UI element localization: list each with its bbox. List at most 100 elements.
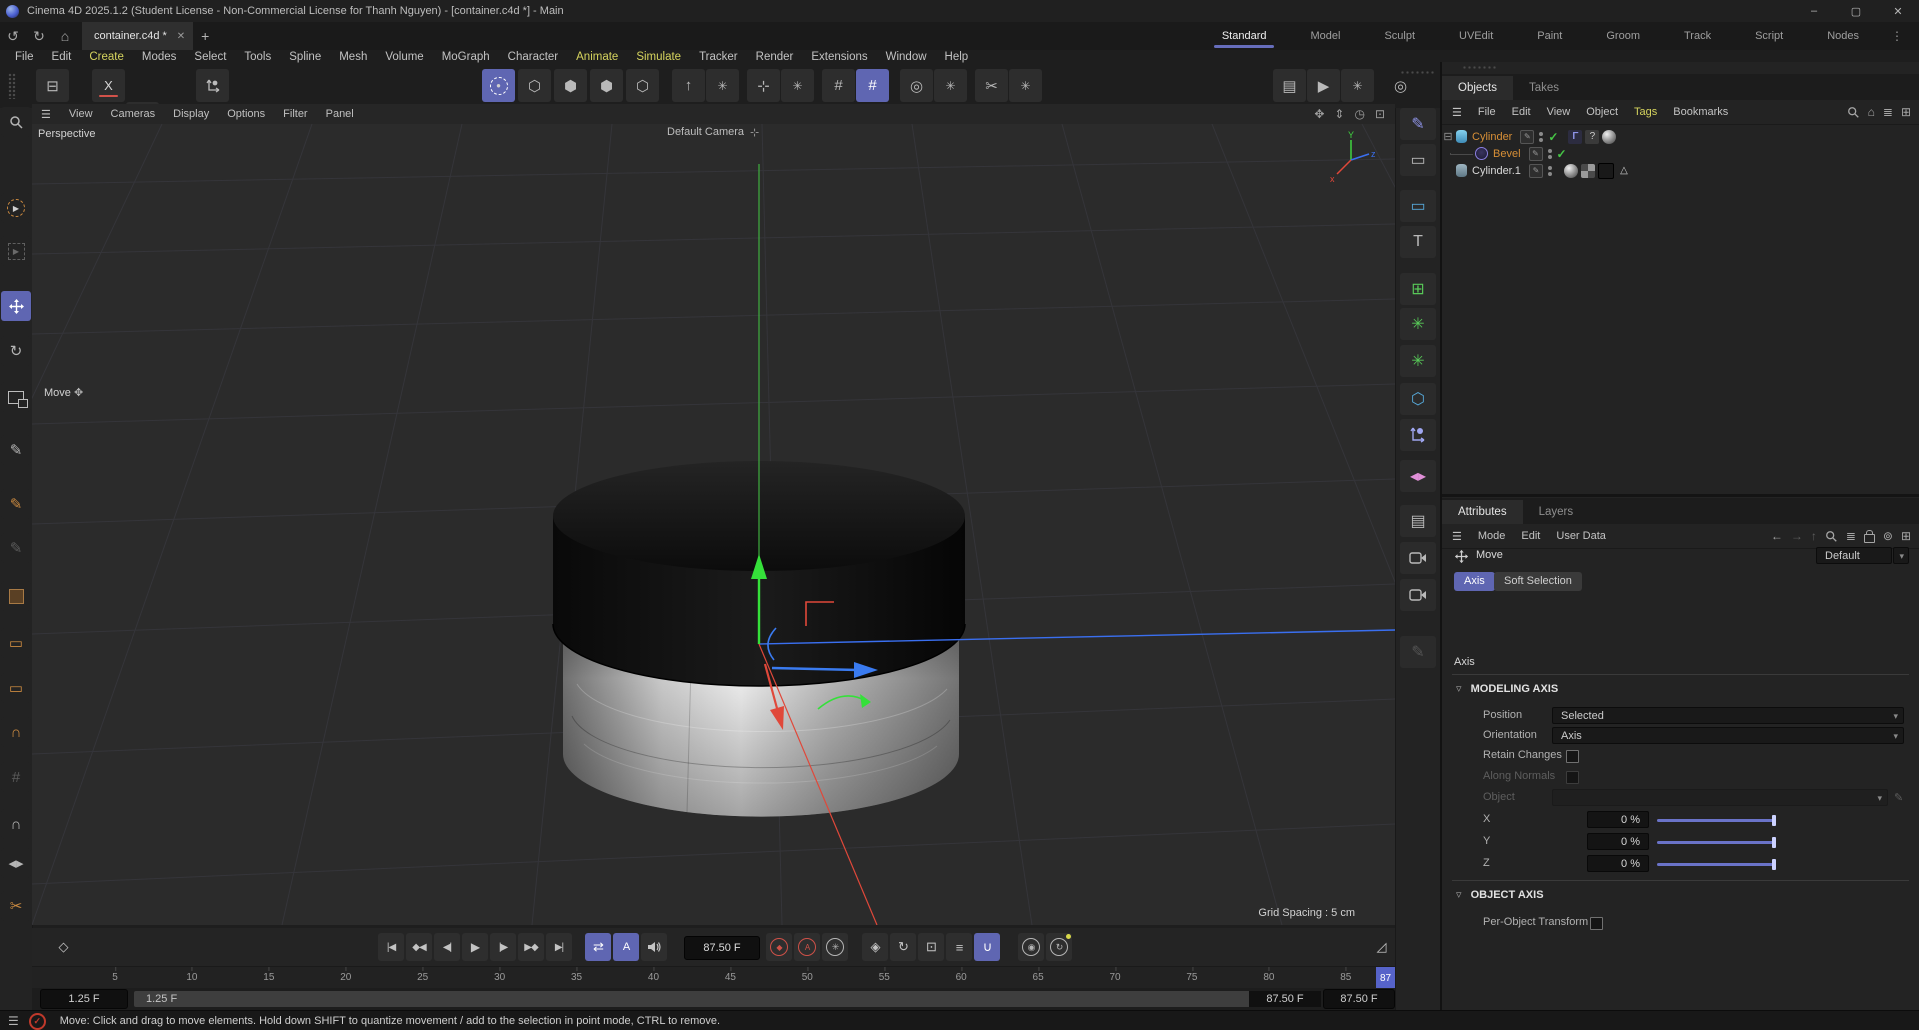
rectangle-selection-tool[interactable]: ▶ (1, 236, 31, 266)
play-button[interactable]: ▶ (462, 933, 488, 961)
filter-icon[interactable]: ≣ (1883, 105, 1893, 119)
tab-attributes[interactable]: Attributes (1442, 500, 1523, 524)
new-tab-button[interactable]: + (193, 28, 217, 44)
close-tab-icon[interactable]: ✕ (177, 31, 185, 42)
menu-volume[interactable]: Volume (376, 51, 432, 63)
tab-takes[interactable]: Takes (1513, 76, 1575, 100)
vp-menu-view[interactable]: View (60, 108, 102, 120)
collapse-icon[interactable]: ▿ (1456, 683, 1462, 695)
filter-icon[interactable]: ≣ (1846, 529, 1856, 543)
menu-modes[interactable]: Modes (133, 51, 186, 63)
range-slider[interactable]: 1.25 F 87.50 F (134, 991, 1321, 1007)
stage-object-button[interactable]: ▤ (1400, 505, 1436, 537)
layout-tab-model[interactable]: Model (1288, 22, 1362, 50)
enabled-check-icon[interactable]: ✓ (1557, 147, 1567, 161)
vp-menu-display[interactable]: Display (164, 108, 218, 120)
undo-button[interactable]: ↺ (0, 24, 26, 48)
om-object[interactable]: Object (1578, 106, 1626, 118)
menu-tracker[interactable]: Tracker (690, 51, 747, 63)
live-selection-tool[interactable]: ▶ (1, 193, 31, 223)
attributes-hamburger-icon[interactable]: ☰ (1442, 530, 1470, 543)
y-slider[interactable] (1657, 841, 1776, 844)
keyframe-marker-button[interactable]: ◇ (50, 933, 76, 961)
document-tab[interactable]: container.c4d * ✕ (82, 22, 193, 50)
menu-window[interactable]: Window (877, 51, 936, 63)
texture-missing-tag-icon[interactable] (1585, 130, 1599, 144)
rotate-view-icon[interactable]: ◷ (1354, 107, 1364, 121)
render-to-picture-viewer-button[interactable]: ▶ (1307, 69, 1340, 102)
menu-create[interactable]: Create (80, 51, 133, 63)
menu-extensions[interactable]: Extensions (802, 51, 876, 63)
search-commander-button[interactable] (1, 107, 31, 137)
vp-menu-cameras[interactable]: Cameras (102, 108, 165, 120)
enhanced-opengl-button[interactable]: ◎ (900, 69, 933, 102)
keyframe-selection-button[interactable]: ∪ (974, 933, 1000, 961)
key-position-button[interactable]: ◈ (862, 933, 888, 961)
spline-pen-button[interactable]: ✎ (1400, 108, 1436, 140)
visibility-dots[interactable] (1539, 132, 1543, 142)
expand-panel-icon[interactable]: ⊞ (1901, 529, 1911, 543)
layout-tab-standard[interactable]: Standard (1200, 22, 1289, 50)
layout-tab-nodes[interactable]: Nodes (1805, 22, 1881, 50)
vp-menu-options[interactable]: Options (218, 108, 274, 120)
autokeying-button[interactable]: A (794, 933, 820, 961)
camera-object-button[interactable] (1400, 542, 1436, 574)
range-end-input[interactable]: 87.50 F (1323, 989, 1395, 1009)
orientation-gizmo[interactable]: Y z x (1325, 130, 1377, 186)
points-mode-button[interactable]: ⬡ (518, 69, 551, 102)
warning-tag-icon[interactable]: △ (1617, 164, 1631, 178)
timeline-expand-icon[interactable]: ◿ (1368, 933, 1394, 961)
sound-button[interactable] (641, 933, 667, 961)
bake-tag-icon[interactable] (1598, 163, 1614, 179)
object-name[interactable]: Cylinder.1 (1472, 165, 1521, 177)
polygons-mode-button[interactable]: ⬢ (590, 69, 623, 102)
menu-tools[interactable]: Tools (235, 51, 280, 63)
x-value-input[interactable]: 0 % (1587, 811, 1649, 828)
toggle-view-icon[interactable]: ⊡ (1375, 107, 1385, 121)
orientation-dropdown[interactable]: Axis ▾ (1552, 727, 1904, 744)
minimize-button[interactable]: – (1793, 0, 1835, 22)
clone-tool-button[interactable]: ✂ (975, 69, 1008, 102)
zoom-view-icon[interactable]: ⇕ (1334, 107, 1344, 121)
record-keyframe-button[interactable]: ◆ (766, 933, 792, 961)
focus-icon[interactable]: ⊚ (1883, 529, 1893, 543)
edges-mode-button[interactable]: ⬢ (554, 69, 587, 102)
scale-tool[interactable] (1, 382, 31, 412)
cloner-button[interactable]: ✳ (1400, 308, 1436, 340)
layout-tab-sculpt[interactable]: Sculpt (1362, 22, 1437, 50)
next-key-button[interactable]: ▶◆ (518, 933, 544, 961)
cube-primitive-button[interactable]: ▭ (1, 628, 31, 658)
array-mograph-button[interactable]: ⊞ (1400, 273, 1436, 305)
objects-panel-grip[interactable] (1462, 65, 1496, 71)
phong-tag-icon[interactable] (1568, 130, 1582, 144)
redo-button[interactable]: ↻ (26, 24, 52, 48)
per-object-transform-checkbox[interactable] (1590, 917, 1603, 930)
z-value-input[interactable]: 0 % (1587, 855, 1649, 872)
search-icon[interactable] (1847, 106, 1860, 119)
expand-toggle-icon[interactable]: ⊟ (1442, 130, 1454, 143)
solo-animation-button[interactable]: ◉ (1018, 933, 1044, 961)
menu-simulate[interactable]: Simulate (627, 51, 690, 63)
axis-mode-button[interactable]: Axis (1454, 572, 1495, 591)
polygon-pen-tool[interactable] (1, 581, 31, 611)
menu-file[interactable]: File (6, 51, 43, 63)
extrude-button[interactable]: ▭ (1, 673, 31, 703)
modeling-axis-section-header[interactable]: ▿ MODELING AXIS (1456, 682, 1558, 695)
am-edit[interactable]: Edit (1513, 530, 1548, 542)
cage-deformer-button[interactable]: # (1, 762, 31, 792)
edit-toggle-icon[interactable]: ✎ (1529, 164, 1543, 178)
object-name[interactable]: Bevel (1493, 148, 1521, 160)
z-slider[interactable] (1657, 863, 1776, 866)
object-row-bevel[interactable]: Bevel ✎ ✓ (1442, 145, 1919, 162)
view-type-label[interactable]: Perspective (38, 128, 95, 140)
position-dropdown[interactable]: Selected ▾ (1552, 707, 1904, 724)
vp-menu-panel[interactable]: Panel (317, 108, 363, 120)
layout-tab-uvedit[interactable]: UVEdit (1437, 22, 1515, 50)
viewport-layout-button[interactable]: ⊟ (36, 69, 69, 102)
toolbar-grip[interactable] (8, 73, 16, 99)
perspective-viewport[interactable]: Perspective Default Camera ⊹ Move ✥ Grid… (32, 124, 1395, 925)
am-userdata[interactable]: User Data (1548, 530, 1614, 542)
vp-menu-filter[interactable]: Filter (274, 108, 316, 120)
live-selection-button[interactable]: ● (482, 69, 515, 102)
retain-changes-checkbox[interactable] (1566, 750, 1579, 763)
